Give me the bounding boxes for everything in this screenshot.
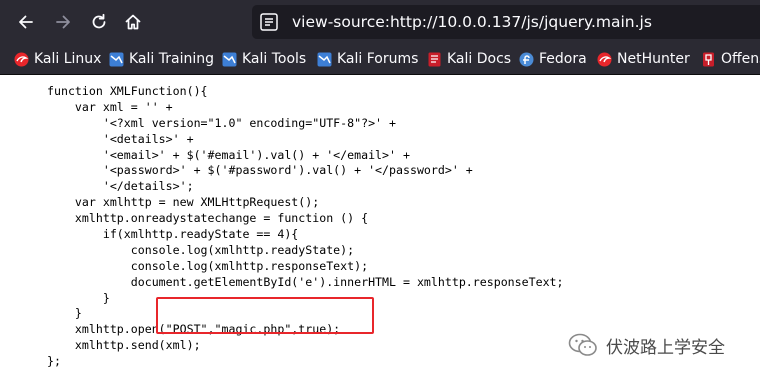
source-line: if(xmlhttp.readyState == 4){ [47,227,299,242]
kali-docs-icon [428,52,441,66]
wechat-icon [568,333,597,356]
bookmark-label: NetHunter [617,51,690,67]
source-line: '<email>' + $('#email').val() + '</email… [47,147,410,162]
view-source-content: function XMLFunction(){ var xml = '' + '… [0,75,760,377]
bookmark-kali-docs[interactable]: Kali Docs [427,48,511,70]
back-button[interactable] [10,6,42,38]
watermark-text: 伏波路上学安全 [606,337,725,358]
source-line: document.getElementById('e').innerHTML =… [47,274,564,289]
source-line: var xml = '' + [47,99,173,114]
kali-tools-icon [222,52,237,66]
offsec-icon [703,52,714,66]
kali-dragon-icon [14,52,29,66]
arrow-left-icon [19,15,33,29]
bookmark-kali-tools[interactable]: Kali Tools [222,48,306,70]
source-line: '</details>'; [47,179,194,194]
bookmark-label: Offens [721,51,760,67]
kali-forums-icon [317,52,332,66]
bookmark-offensive[interactable]: Offens [701,48,760,70]
bookmark-label: Fedora [539,51,587,67]
bookmark-kali-training[interactable]: Kali Training [109,48,214,70]
address-bar[interactable]: view-source:http://10.0.0.137/js/jquery.… [252,5,760,39]
reload-icon [92,13,106,29]
bookmark-nethunter[interactable]: NetHunter [597,48,690,70]
address-bar-url: view-source:http://10.0.0.137/js/jquery.… [292,13,652,31]
forward-button[interactable] [47,6,79,38]
browser-toolbar: view-source:http://10.0.0.137/js/jquery.… [0,0,760,44]
bookmark-kali-linux[interactable]: Kali Linux [14,48,101,70]
source-line: console.log(xmlhttp.responseText); [47,258,369,273]
home-icon [125,14,141,30]
source-line: var xmlhttp = new XMLHttpRequest(); [47,195,320,210]
fedora-icon [519,52,534,66]
page-info-icon[interactable] [260,13,280,31]
home-button[interactable] [117,6,149,38]
bookmark-kali-forums[interactable]: Kali Forums [317,48,418,70]
source-line: function XMLFunction(){ [47,84,208,98]
source-line: xmlhttp.onreadystatechange = function ()… [47,211,369,226]
reload-button[interactable] [83,6,115,38]
bookmark-label: Kali Training [129,51,214,67]
watermark: 伏波路上学安全 [568,330,725,360]
kali-training-icon [109,52,124,66]
highlight-annotation-box [156,297,374,334]
source-line: '<details>' + [47,131,194,146]
source-line: xmlhttp.send(xml); [47,338,201,353]
nethunter-icon [597,52,612,66]
bookmarks-toolbar: Kali Linux Kali Training Kali Tools Kali… [0,44,760,75]
source-line: console.log(xmlhttp.readyState); [47,242,355,257]
bookmark-label: Kali Tools [242,51,307,67]
bookmark-label: Kali Docs [447,51,512,67]
bookmark-label: Kali Linux [34,51,102,67]
arrow-right-icon [56,15,70,29]
bookmark-fedora[interactable]: Fedora [519,48,587,70]
bookmark-label: Kali Forums [337,51,419,67]
source-line: '<password>' + $('#password').val() + '<… [47,163,473,178]
source-line: '<?xml version="1.0" encoding="UTF-8"?>'… [47,115,397,130]
source-line: }; [47,354,61,369]
